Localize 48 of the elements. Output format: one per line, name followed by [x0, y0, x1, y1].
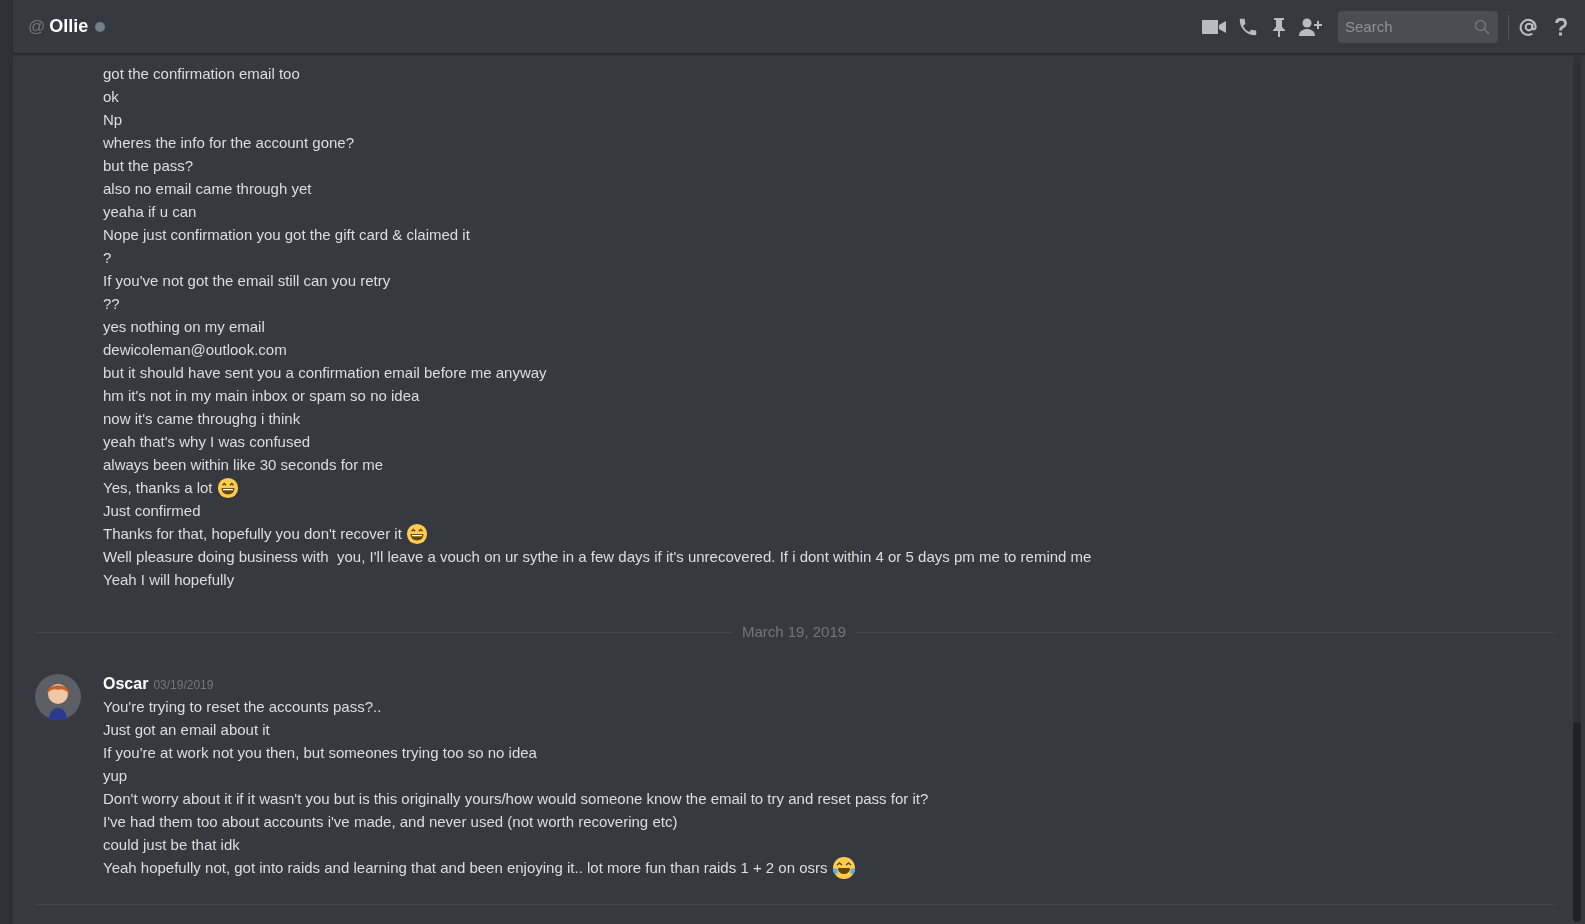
tears-of-joy-emoji-icon [831, 855, 856, 880]
avatar-drawing [35, 673, 81, 720]
help-icon[interactable] [1555, 17, 1567, 36]
message-text: You're trying to reset the accounts pass?.. [103, 696, 382, 717]
message-text: could just be that idk [103, 834, 240, 855]
message-text: now it's came throughg i think [103, 409, 301, 429]
message-text: Yeah I will hopefully [103, 570, 235, 590]
message-text: Np [103, 110, 123, 130]
message-text: Just got an email about it [103, 719, 270, 740]
message-text: Yeah hopefully not, got into raids and learning that and been enjoying it.. lot more fun than raids 1 + 2 on osrs [103, 858, 828, 878]
message-text: ? [103, 248, 112, 268]
mention-icon[interactable] [1519, 16, 1539, 37]
grinning-emoji-icon [405, 522, 428, 545]
message-text: but the pass? [103, 156, 194, 176]
message-text: Thanks for that, hopefully you don't recover it [103, 524, 402, 544]
message-text: yes nothing on my email [103, 317, 265, 337]
message-text: yeah that's why I was confused [103, 432, 311, 452]
message-text: If you've not got the email still can you retry [103, 271, 391, 291]
channel-title: Ollie [49, 15, 89, 38]
message-text: always been within like 30 seconds for me [103, 455, 384, 475]
message-text: also no email came through yet [103, 179, 312, 199]
message-text: Well pleasure doing business with you, I'll leave a vouch on ur sythe in a few days if it's unrecovered. If i dont within 4 or 5 days pm me to remind me [103, 547, 1092, 567]
pin-icon[interactable] [1272, 16, 1286, 37]
message-text: If you're at work not you then, but someones trying too so no idea [103, 742, 537, 763]
message-text: dewicoleman@outlook.com [103, 340, 287, 360]
timestamp: 03/19/2019 [153, 676, 214, 694]
message-text: ok [103, 87, 119, 107]
message-text: yeaha if u can [103, 202, 197, 222]
message-text: Just confirmed [103, 501, 201, 521]
message-text: yup [103, 765, 128, 786]
message-text: but it should have sent you a confirmation email before me anyway [103, 363, 547, 383]
author-name[interactable]: Oscar [103, 671, 149, 695]
grinning-emoji-icon [216, 476, 239, 499]
message-text: Yes, thanks a lot [103, 478, 213, 498]
message-text: Don't worry about it if it wasn't you but is this originally yours/how would someone know the email to try and reset pass for it? [103, 788, 929, 809]
message-text: I've had them too about accounts i've made, and never used (not worth recovering etc) [103, 811, 678, 832]
date-divider: March 19, 2019 [740, 622, 848, 642]
message-text: wheres the info for the account gone? [103, 133, 354, 153]
message-text: hm it's not in my main inbox or spam so no idea [103, 386, 420, 406]
search-field[interactable]: Search [1338, 10, 1498, 43]
message-text: ?? [103, 294, 120, 314]
scrollbar[interactable] [1573, 56, 1581, 922]
video-camera-icon[interactable] [1202, 18, 1226, 35]
add-friend-icon[interactable] [1299, 17, 1323, 36]
message-text: Nope just confirmation you got the gift card & claimed it [103, 225, 470, 245]
message-text: got the confirmation email too [103, 64, 300, 84]
at-sign: @ [28, 15, 46, 38]
search-icon [1474, 18, 1490, 35]
